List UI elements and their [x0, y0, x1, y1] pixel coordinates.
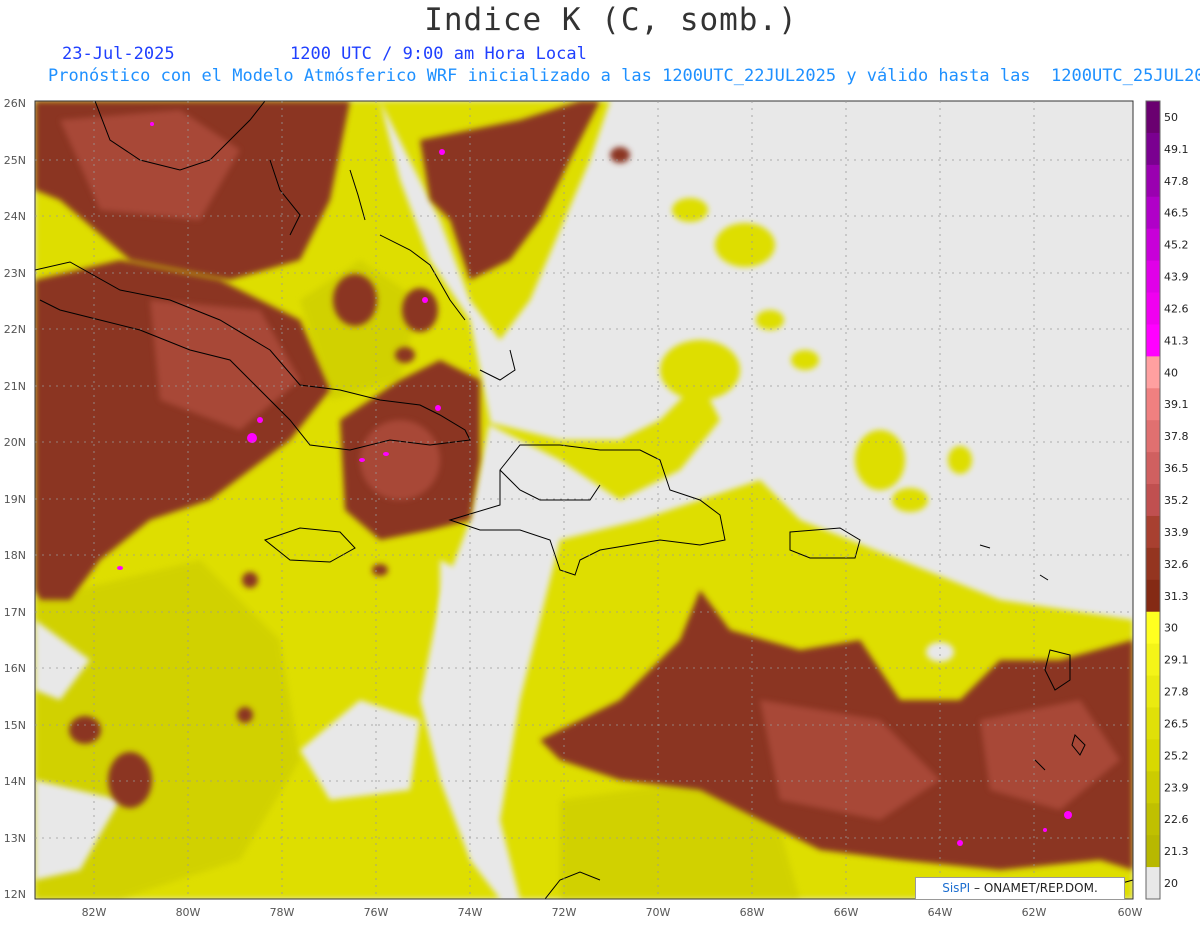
colorbar-swatch [1146, 643, 1160, 677]
lat-tick: 20N [4, 436, 26, 449]
colorbar-swatch [1146, 452, 1160, 485]
lon-tick: 62W [1022, 906, 1047, 919]
lat-tick: 19N [4, 493, 26, 506]
lon-tick: 72W [552, 906, 577, 919]
colorbar-label: 29.1 [1164, 654, 1189, 667]
colorbar-swatch [1146, 867, 1160, 900]
lon-tick: 82W [82, 906, 107, 919]
colorbar-label: 35.2 [1164, 494, 1189, 507]
lon-tick: 76W [364, 906, 389, 919]
colorbar-label: 20 [1164, 877, 1178, 890]
colorbar-label: 37.8 [1164, 430, 1189, 443]
colorbar-swatch [1146, 803, 1160, 836]
lat-tick: 25N [4, 154, 26, 167]
lon-tick: 78W [270, 906, 295, 919]
colorbar-swatch [1146, 324, 1160, 357]
colorbar-swatch [1146, 356, 1160, 389]
colorbar-swatch [1146, 579, 1160, 613]
colorbar-swatch [1146, 260, 1160, 294]
colorbar-swatch [1146, 101, 1160, 134]
colorbar-swatch [1146, 228, 1160, 262]
colorbar-label: 33.9 [1164, 526, 1189, 539]
colorbar-swatch [1146, 132, 1160, 166]
lat-tick: 12N [4, 888, 26, 901]
colorbar-label: 47.8 [1164, 175, 1189, 188]
lon-tick: 74W [458, 906, 483, 919]
colorbar-label: 50 [1164, 111, 1178, 124]
colorbar-label: 27.8 [1164, 686, 1189, 699]
credit-brand: SisPI [942, 881, 971, 895]
colorbar-label: 41.3 [1164, 334, 1189, 347]
lat-tick: 14N [4, 775, 26, 788]
colorbar-label: 23.9 [1164, 781, 1189, 794]
colorbar-swatch [1146, 771, 1160, 804]
colorbar-label: 36.5 [1164, 462, 1189, 475]
colorbar-label: 43.9 [1164, 271, 1189, 284]
lat-tick: 15N [4, 719, 26, 732]
lat-tick: 16N [4, 662, 26, 675]
colorbar-swatch [1146, 388, 1160, 421]
lon-tick: 60W [1118, 906, 1143, 919]
colorbar-label: 26.5 [1164, 717, 1189, 730]
colorbar-swatch [1146, 420, 1160, 453]
lon-tick: 80W [176, 906, 201, 919]
credit-text: – ONAMET/REP.DOM. [974, 881, 1098, 895]
colorbar-label: 40 [1164, 366, 1178, 379]
lon-tick: 64W [928, 906, 953, 919]
colorbar-swatch [1146, 675, 1160, 708]
colorbar-swatch [1146, 292, 1160, 325]
colorbar-label: 46.5 [1164, 207, 1189, 220]
lat-tick: 21N [4, 380, 26, 393]
lat-tick: 13N [4, 832, 26, 845]
latitude-axis: 26N 25N 24N 23N 22N 21N 20N 19N 18N 17N … [4, 97, 26, 901]
lon-tick: 70W [646, 906, 671, 919]
credit-box: SisPI – ONAMET/REP.DOM. [915, 877, 1125, 900]
lon-tick: 68W [740, 906, 765, 919]
colorbar-label: 31.3 [1164, 590, 1189, 603]
lat-tick: 18N [4, 549, 26, 562]
lat-tick: 26N [4, 97, 26, 110]
colorbar-label: 30 [1164, 622, 1178, 635]
colorbar-label: 42.6 [1164, 302, 1189, 315]
colorbar-swatch [1146, 739, 1160, 772]
colorbar-swatch [1146, 484, 1160, 517]
colorbar-label: 25.2 [1164, 749, 1189, 762]
lat-tick: 23N [4, 267, 26, 280]
colorbar-label: 22.6 [1164, 813, 1189, 826]
colorbar-swatch [1146, 196, 1160, 230]
longitude-axis: 82W 80W 78W 76W 74W 72W 70W 68W 66W 64W … [82, 906, 1143, 919]
colorbar-label: 45.2 [1164, 239, 1189, 252]
colorbar-swatch [1146, 547, 1160, 581]
lat-tick: 22N [4, 323, 26, 336]
colorbar: 50 49.1 47.8 46.5 45.2 43.9 42.6 41.3 40 39.1 37.8… [1145, 100, 1189, 900]
colorbar-swatch [1146, 611, 1160, 645]
colorbar-label: 49.1 [1164, 143, 1189, 156]
lon-tick: 66W [834, 906, 859, 919]
lat-tick: 24N [4, 210, 26, 223]
colorbar-label: 21.3 [1164, 845, 1189, 858]
colorbar-swatch [1146, 164, 1160, 198]
colorbar-swatch [1146, 515, 1160, 549]
colorbar-swatch [1146, 835, 1160, 868]
colorbar-label: 32.6 [1164, 558, 1189, 571]
colorbar-swatch [1146, 707, 1160, 740]
colorbar-label: 39.1 [1164, 398, 1189, 411]
lat-tick: 17N [4, 606, 26, 619]
map-figure: 26N 25N 24N 23N 22N 21N 20N 19N 18N 17N … [4, 97, 1189, 919]
